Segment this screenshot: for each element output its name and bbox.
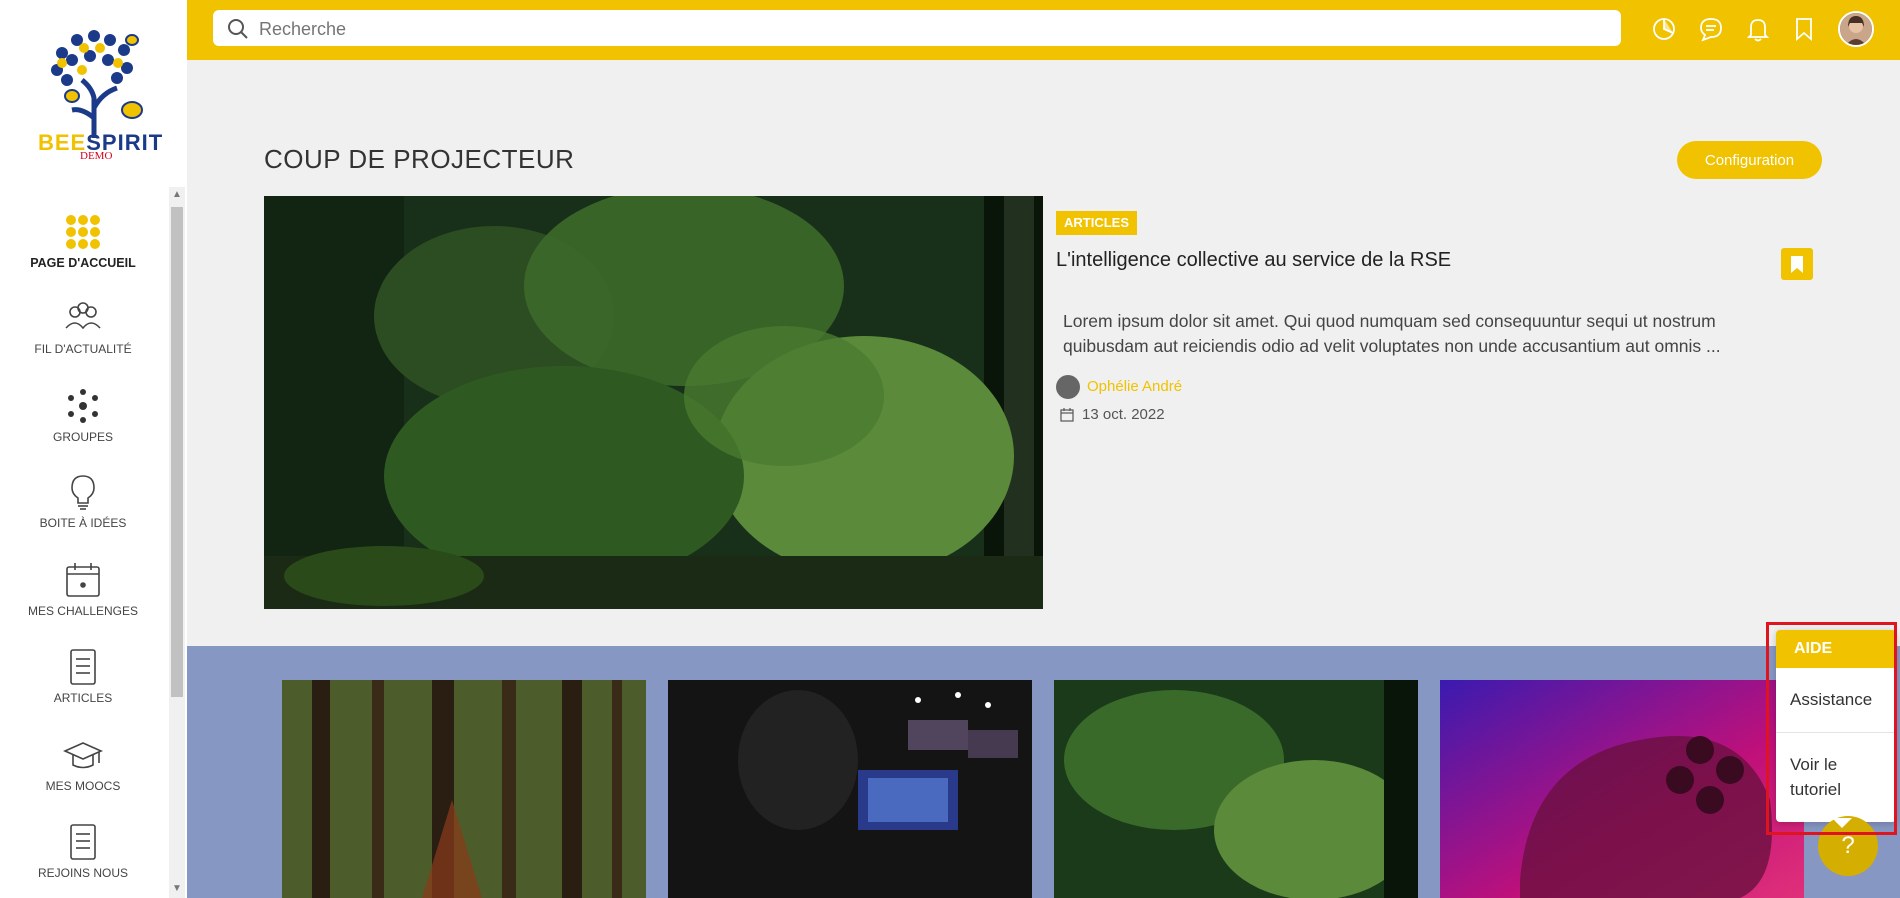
scroll-down-arrow-icon[interactable]: ▼ [170, 882, 184, 896]
sidebar-item-label: FIL D'ACTUALITÉ [34, 342, 132, 356]
author-avatar[interactable] [1056, 375, 1080, 399]
sidebar-item-label: BOITE À IDÉES [39, 516, 127, 530]
bookmark-button[interactable] [1781, 248, 1813, 280]
sidebar-item-news[interactable]: FIL D'ACTUALITÉ [0, 298, 166, 356]
configuration-button[interactable]: Configuration [1677, 141, 1822, 179]
document-icon [70, 649, 96, 685]
search-icon [228, 19, 248, 39]
sidebar-item-ideas[interactable]: BOITE À IDÉES [0, 472, 166, 530]
help-menu-pointer [1832, 818, 1852, 828]
sidebar-item-moocs[interactable]: MES MOOCS [0, 735, 166, 793]
help-assistance-item[interactable]: Assistance [1790, 690, 1872, 710]
search-bar[interactable] [213, 10, 1621, 48]
sidebar-item-label: MES MOOCS [45, 779, 121, 793]
group-network-icon [68, 389, 98, 423]
sidebar-item-label: GROUPES [52, 430, 113, 444]
user-avatar[interactable] [1838, 11, 1874, 47]
user-avatar-image [1840, 13, 1872, 45]
bookmark-icon[interactable] [1791, 16, 1817, 42]
sidebar-item-challenges[interactable]: MES CHALLENGES [0, 560, 166, 618]
help-menu: AIDE Assistance Voir le tutoriel [1776, 630, 1896, 822]
help-tutorial-item[interactable]: Voir le tutoriel [1790, 752, 1890, 802]
author-name[interactable]: Ophélie André [1087, 378, 1182, 395]
chat-icon[interactable] [1698, 16, 1724, 42]
sidebar-item-articles[interactable]: ARTICLES [0, 647, 166, 705]
sidebar-item-join[interactable]: REJOINS NOUS [0, 822, 166, 880]
sidebar-item-groups[interactable]: GROUPES [0, 386, 166, 444]
forest-image [264, 196, 1043, 609]
sidebar-scroll-thumb[interactable] [171, 207, 183, 697]
article-title[interactable]: L'intelligence collective au service de … [1056, 249, 1451, 272]
help-menu-title: AIDE [1776, 630, 1896, 668]
sidebar-item-label: ARTICLES [53, 691, 113, 705]
card-image[interactable] [282, 680, 646, 898]
sidebar: BEESPIRIT DEMO PAGE D'ACCUEIL FIL D'ACTU… [0, 0, 187, 898]
chart-pie-icon[interactable] [1651, 16, 1677, 42]
grid-dots-icon [66, 215, 100, 249]
scroll-up-arrow-icon[interactable]: ▲ [170, 188, 184, 202]
forest-trunks-image [282, 680, 646, 898]
sidebar-item-label: PAGE D'ACCUEIL [30, 256, 136, 270]
calendar-icon [66, 563, 100, 597]
search-input[interactable] [257, 10, 1601, 48]
brand-tag: DEMO [80, 150, 113, 162]
divider [1776, 732, 1896, 733]
game-controller-image [1440, 680, 1804, 898]
article-excerpt: Lorem ipsum dolor sit amet. Qui quod num… [1063, 311, 1721, 356]
bell-icon[interactable] [1745, 16, 1771, 42]
card-image[interactable] [1054, 680, 1418, 898]
card-image[interactable] [668, 680, 1032, 898]
sidebar-item-home[interactable]: PAGE D'ACCUEIL [0, 212, 166, 270]
article-date: 13 oct. 2022 [1082, 406, 1165, 423]
sidebar-item-label: REJOINS NOUS [37, 866, 128, 880]
card-image[interactable] [1440, 680, 1804, 898]
category-badge[interactable]: ARTICLES [1056, 211, 1137, 235]
document-icon [70, 824, 96, 860]
bookmark-icon [1791, 256, 1803, 273]
section-title: COUP DE PROJECTEUR [264, 144, 575, 174]
people-icon [65, 302, 101, 330]
article-image[interactable] [264, 196, 1043, 609]
gamer-image [668, 680, 1032, 898]
forest-image [1054, 680, 1418, 898]
sidebar-item-label: MES CHALLENGES [27, 604, 139, 618]
lightbulb-icon [71, 475, 95, 510]
calendar-icon [1060, 408, 1074, 422]
graduation-cap-icon [63, 742, 103, 769]
